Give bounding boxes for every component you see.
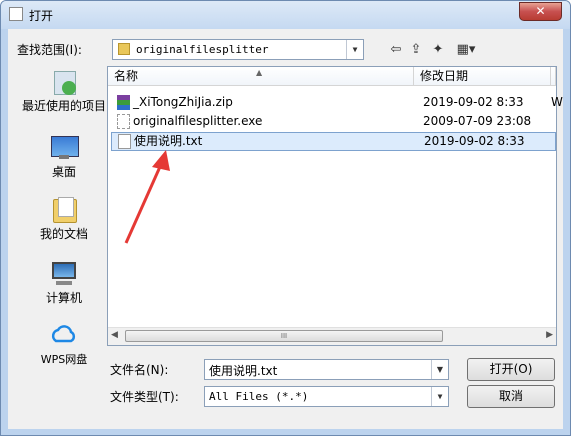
annotation-arrow [124,150,170,244]
open-button[interactable]: 打开(O) [467,358,555,381]
close-button[interactable]: ✕ [519,2,562,21]
open-dialog: 打开 ✕ 查找范围(I): originalfilesplitter ▼ ⇦ ⇪… [0,0,571,436]
place-label: 桌面 [51,165,76,179]
desktop-icon [50,133,79,161]
up-folder-icon[interactable]: ⇪ [406,41,426,59]
new-folder-icon[interactable]: ✦ [428,41,448,59]
place-label: 最近使用的项目 [21,99,106,113]
place-desktop[interactable]: 桌面 [20,133,108,180]
cancel-button[interactable]: 取消 [467,385,555,408]
scroll-thumb[interactable]: III [125,330,443,342]
scroll-grip: III [280,332,288,340]
chevron-down-icon[interactable]: ▼ [431,387,448,406]
computer-icon [50,259,78,287]
horizontal-scrollbar[interactable]: ◀ III ▶ [108,327,556,345]
app-icon [9,7,23,21]
lookin-combo[interactable]: originalfilesplitter ▼ [112,39,364,60]
window-title: 打开 [29,9,54,23]
place-label: 我的文档 [39,227,88,241]
chevron-down-icon[interactable]: ▼ [346,40,363,59]
place-recent[interactable]: 最近使用的项目 [20,69,108,113]
lookin-value: originalfilesplitter [136,43,269,56]
place-wps-cloud[interactable]: WPS网盘 [20,321,108,367]
scroll-right-icon[interactable]: ▶ [546,330,553,340]
cloud-icon [50,321,78,349]
filetype-select[interactable]: All Files (*.*) ▼ [204,386,449,407]
filetype-value: All Files (*.*) [209,390,309,403]
dialog-body: 查找范围(I): originalfilesplitter ▼ ⇦ ⇪ ✦ ▦▾… [8,29,563,429]
places-bar: 最近使用的项目 桌面 我的文档 计算机 WPS网盘 [20,65,108,375]
chevron-down-icon[interactable]: ▼ [431,360,448,379]
lookin-label: 查找范围(I): [17,43,82,57]
place-label: WPS网盘 [40,353,88,366]
filename-value: 使用说明.txt [209,364,278,378]
recent-places-icon [50,69,78,97]
place-label: 计算机 [45,291,82,305]
title-bar[interactable]: 打开 ✕ [1,1,570,29]
filetype-label: 文件类型(T): [110,390,179,404]
view-menu-icon[interactable]: ▦▾ [452,41,480,59]
scroll-left-icon[interactable]: ◀ [111,330,118,340]
file-list[interactable]: 名称 ▲ 修改日期 _XiTongZhiJia.zip 2019-09-02 8… [107,66,563,346]
filename-input[interactable]: 使用说明.txt ▼ [204,359,449,380]
folder-icon [118,43,130,55]
back-icon[interactable]: ⇦ [386,41,406,59]
place-documents[interactable]: 我的文档 [20,195,108,242]
place-computer[interactable]: 计算机 [20,259,108,306]
filename-label: 文件名(N): [110,363,169,377]
documents-icon [50,195,78,223]
